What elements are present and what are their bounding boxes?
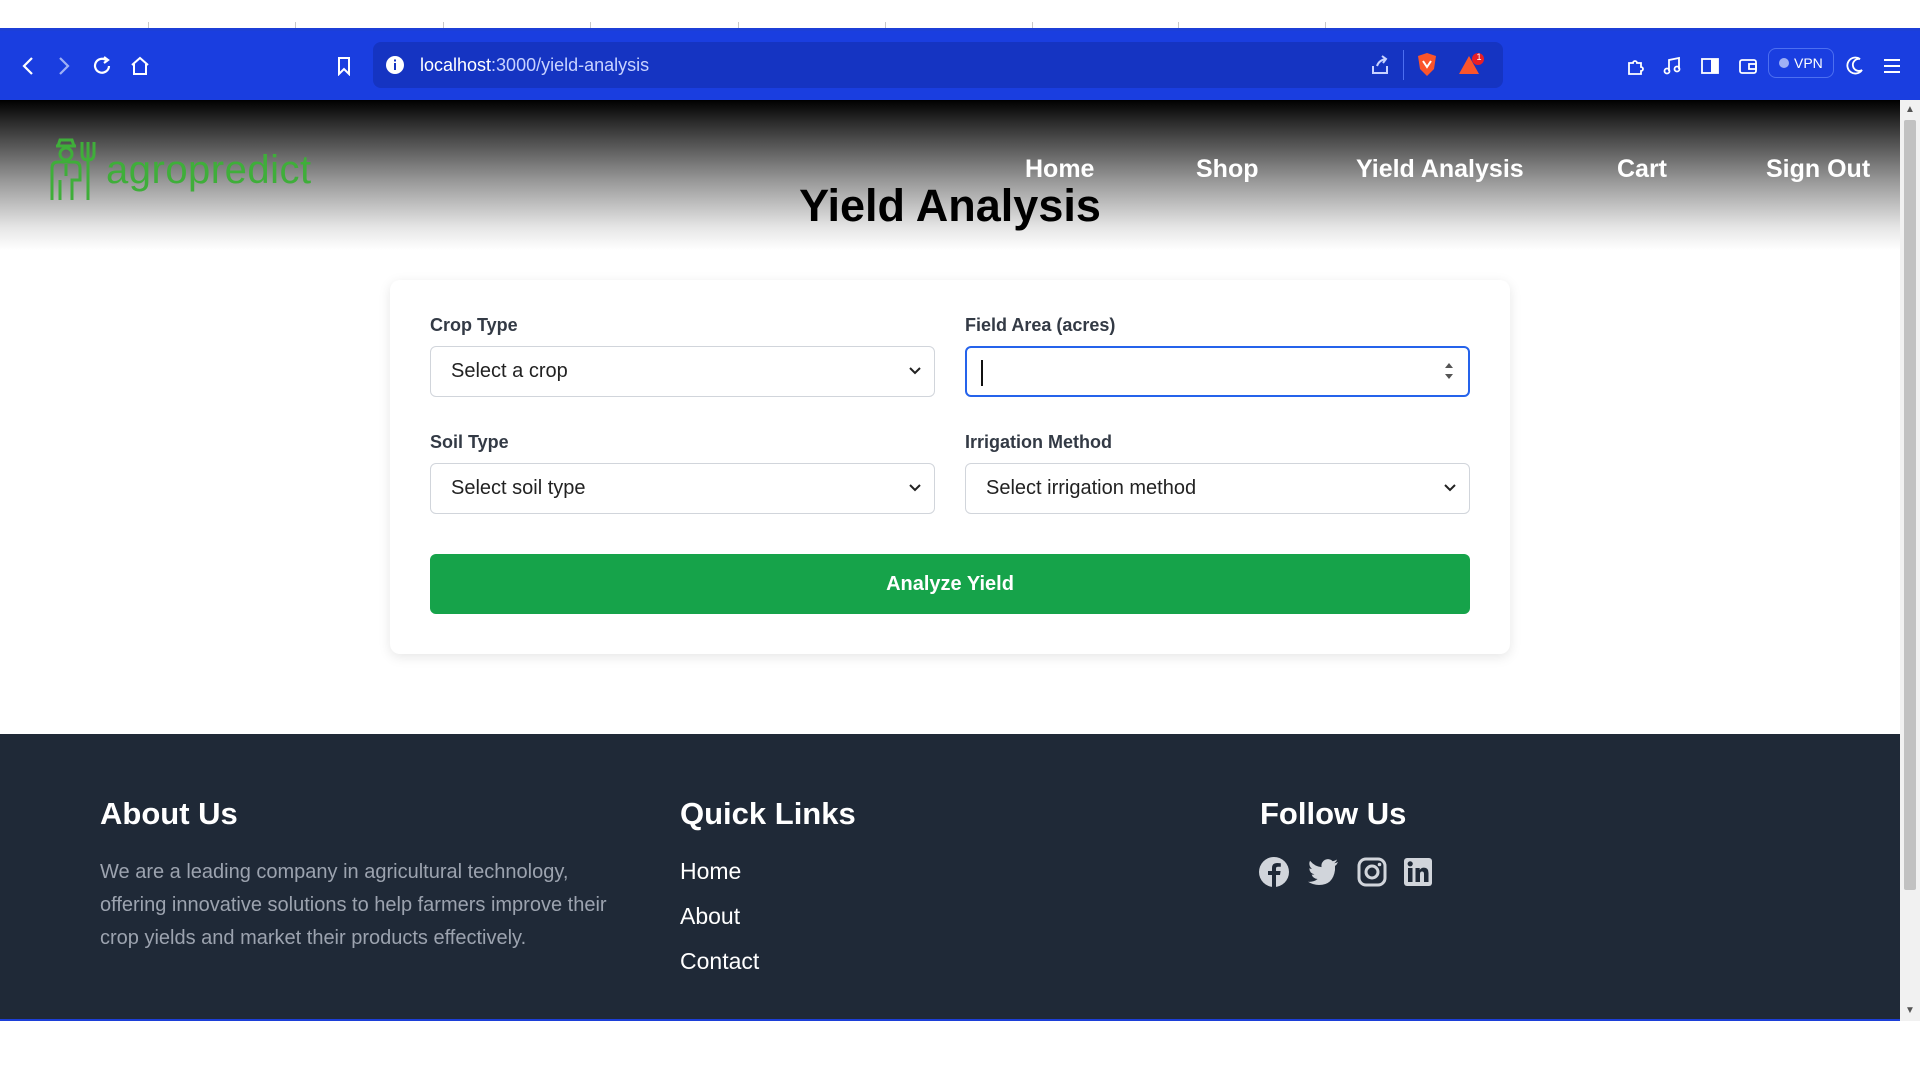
footer-bottom-border <box>0 1019 1900 1021</box>
irrigation-value: Select irrigation method <box>986 477 1197 499</box>
facebook-icon[interactable] <box>1258 856 1290 888</box>
footer: About Us We are a leading company in agr… <box>0 734 1900 1021</box>
follow-heading: Follow Us <box>1260 796 1407 831</box>
crop-type-label: Crop Type <box>430 315 518 335</box>
footer-link-about[interactable]: About <box>680 903 740 930</box>
footer-link-home[interactable]: Home <box>680 858 741 885</box>
chevron-down-icon <box>908 363 922 381</box>
site-info-icon[interactable] <box>385 55 405 80</box>
soil-type-select[interactable]: Select soil type <box>430 463 935 514</box>
crop-type-select[interactable]: Select a crop <box>430 346 935 397</box>
page-scrollbar[interactable]: ▲ ▼ <box>1900 100 1920 1021</box>
wallet-icon[interactable] <box>1734 31 1762 100</box>
bookmark-icon[interactable] <box>330 31 358 100</box>
scroll-thumb[interactable] <box>1904 120 1916 890</box>
back-icon[interactable] <box>14 31 42 100</box>
vpn-status-icon <box>1779 58 1789 68</box>
page-title: Yield Analysis <box>799 180 1101 231</box>
media-icon[interactable] <box>1658 31 1686 100</box>
linkedin-icon[interactable] <box>1402 856 1434 888</box>
twitter-icon[interactable] <box>1307 856 1339 888</box>
about-heading: About Us <box>100 796 238 831</box>
tab-dividers <box>0 0 1920 31</box>
irrigation-select[interactable]: Select irrigation method <box>965 463 1470 514</box>
share-icon[interactable] <box>1369 54 1391 81</box>
address-divider <box>1403 50 1404 80</box>
soil-type-value: Select soil type <box>451 477 586 499</box>
rewards-badge: 1 <box>1476 52 1482 62</box>
number-spinner[interactable] <box>1444 359 1454 387</box>
chevron-down-icon <box>908 480 922 498</box>
brave-shields-icon[interactable] <box>1415 52 1439 83</box>
field-area-input[interactable] <box>965 346 1470 397</box>
address-bar[interactable]: localhost:3000/yield-analysis 1 <box>373 42 1503 88</box>
url-text: localhost:3000/yield-analysis <box>420 55 650 75</box>
header-hero: agropredict Home Shop Yield Analysis Car… <box>0 100 1900 250</box>
text-caret <box>981 360 983 386</box>
reload-icon[interactable] <box>88 31 116 100</box>
yield-form-card: Crop Type Select a crop Field Area (acre… <box>390 280 1510 654</box>
home-icon[interactable] <box>126 31 154 100</box>
instagram-icon[interactable] <box>1356 856 1388 888</box>
brave-rewards-icon[interactable]: 1 <box>1457 52 1485 83</box>
crop-type-value: Select a crop <box>451 360 568 382</box>
browser-tab-strip <box>0 0 1920 31</box>
page-viewport: agropredict Home Shop Yield Analysis Car… <box>0 100 1900 1021</box>
extensions-icon[interactable] <box>1622 31 1650 100</box>
vpn-button[interactable]: VPN <box>1768 48 1834 78</box>
quick-links-heading: Quick Links <box>680 796 856 831</box>
sidebar-icon[interactable] <box>1696 31 1724 100</box>
leo-ai-icon[interactable] <box>1841 31 1869 100</box>
menu-icon[interactable] <box>1878 31 1906 100</box>
footer-link-contact[interactable]: Contact <box>680 948 759 975</box>
soil-type-label: Soil Type <box>430 432 509 452</box>
field-area-label: Field Area (acres) <box>965 315 1116 335</box>
analyze-yield-button[interactable]: Analyze Yield <box>430 554 1470 614</box>
chevron-down-icon <box>1443 480 1457 498</box>
scroll-up-icon[interactable]: ▲ <box>1900 102 1920 118</box>
scroll-down-icon[interactable]: ▼ <box>1900 1003 1920 1019</box>
vpn-label: VPN <box>1794 55 1823 71</box>
forward-icon[interactable] <box>50 31 78 100</box>
about-text: We are a leading company in agricultural… <box>100 861 607 949</box>
irrigation-label: Irrigation Method <box>965 432 1112 452</box>
